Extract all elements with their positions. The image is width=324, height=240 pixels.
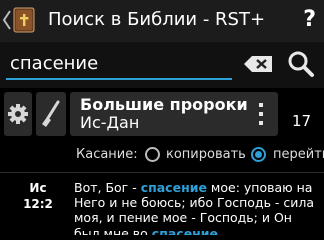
divider [0, 172, 324, 173]
list-item[interactable]: Ис 12:2 Вот, Бог - спасение мое: уповаю … [0, 176, 324, 235]
settings-button[interactable] [4, 92, 32, 136]
highlight-button[interactable] [36, 92, 66, 136]
verse-book: Ис [29, 181, 47, 195]
radio-copy-label[interactable]: копировать [166, 147, 246, 163]
book-name: Большие пророки [80, 95, 248, 114]
result-count: 17 [292, 112, 312, 130]
chevron-left-icon[interactable] [2, 9, 12, 31]
touch-label: Касание: [76, 147, 138, 162]
search-icon[interactable] [284, 48, 318, 80]
verse-segment: Вот, Бог - [74, 180, 141, 195]
verse-highlight: спасение [140, 180, 207, 195]
radio-copy[interactable] [145, 147, 160, 162]
page-title: Поиск в Библии - RST+ [48, 9, 266, 30]
verse-segment: . [218, 225, 223, 235]
radio-goto-label[interactable]: перейти [273, 147, 324, 163]
help-button[interactable]: ? [303, 6, 316, 34]
radio-goto[interactable] [251, 147, 266, 162]
gear-icon [8, 104, 28, 124]
touch-options: Касание: копировать перейти [0, 144, 324, 170]
verse-highlight: спасение [151, 225, 219, 235]
action-bar: Поиск в Библии - RST+ ? [0, 0, 324, 42]
verse-reference: 12:2 [23, 197, 53, 211]
bible-book-icon[interactable] [12, 6, 36, 34]
more-vert-icon[interactable] [246, 92, 276, 136]
search-input[interactable] [6, 48, 232, 80]
search-bar [0, 42, 324, 88]
book-range: Ис-Дан [80, 113, 140, 132]
book-filter-row: Большие пророки Ис-Дан 17 [0, 88, 324, 144]
brush-icon [42, 100, 60, 127]
verse-text: Вот, Бог - спасение мое: уповаю на Него … [74, 180, 320, 235]
backspace-icon[interactable] [240, 50, 278, 78]
